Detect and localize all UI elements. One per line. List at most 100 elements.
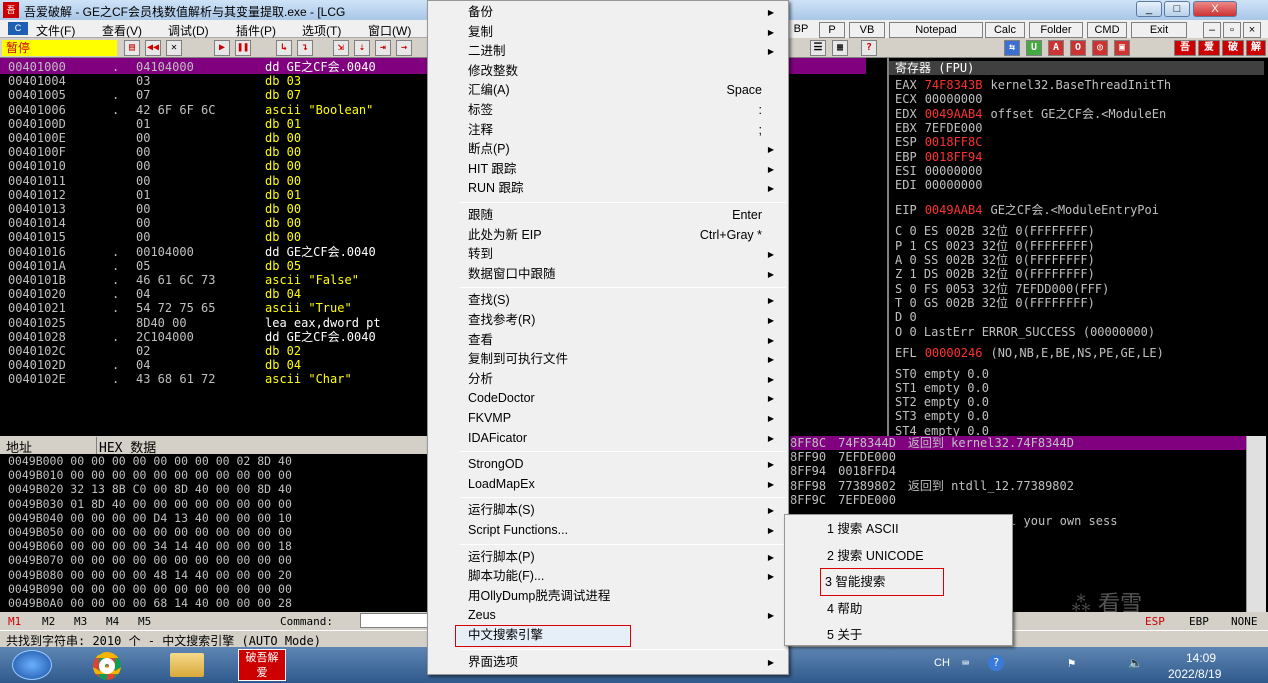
explorer-icon[interactable] xyxy=(170,653,204,677)
register-line[interactable]: EBP 0018FF94 xyxy=(895,150,990,164)
register-line-efl[interactable]: EFL 00000246 (NO,NB,E,BE,NS,PE,GE,LE) xyxy=(895,346,1164,360)
go-to-icon[interactable]: → xyxy=(396,40,412,56)
mdi-min-button[interactable]: – xyxy=(1203,22,1221,38)
cmd-button[interactable]: CMD xyxy=(1087,22,1127,38)
language-indicator[interactable]: CH xyxy=(934,657,950,669)
m5-tab[interactable]: M5 xyxy=(138,615,151,628)
context-menu-item[interactable]: 查找参考(R) ▶ xyxy=(430,311,786,331)
context-menu-item[interactable]: Script Functions... ▶ xyxy=(430,521,786,541)
m1-tab[interactable]: M1 xyxy=(8,615,21,628)
step-into-icon[interactable]: ↳ xyxy=(276,40,292,56)
bp-button[interactable]: BP xyxy=(791,22,811,38)
m2-tab[interactable]: M2 xyxy=(42,615,55,628)
stack-row[interactable]: 8FF90 7EFDE000 xyxy=(790,450,908,464)
context-menu-item[interactable]: RUN 跟踪 ▶ xyxy=(430,179,786,199)
m3-tab[interactable]: M3 xyxy=(74,615,87,628)
menu-plugins[interactable]: 插件(P) xyxy=(236,22,276,39)
context-menu-item[interactable]: 转到 ▶ xyxy=(430,245,786,265)
fpu-line[interactable]: ST3 empty 0.0 xyxy=(895,409,989,423)
rewind-icon[interactable]: ◀◀ xyxy=(145,40,161,56)
list-icon[interactable]: ☰ xyxy=(810,40,826,56)
record-icon[interactable]: ◎ xyxy=(1092,40,1108,56)
flag-line[interactable]: T 0 GS 002B 32位 0(FFFFFFFF) xyxy=(895,296,1095,310)
network-icon[interactable]: ⚑ xyxy=(1068,656,1075,670)
context-menu-item[interactable]: LoadMapEx ▶ xyxy=(430,475,786,495)
register-line[interactable]: EBX 7EFDE000 xyxy=(895,121,990,135)
context-menu-item[interactable]: 复制到可执行文件 ▶ xyxy=(430,350,786,370)
exit-button[interactable]: Exit xyxy=(1131,22,1187,38)
run-icon[interactable]: ▶ xyxy=(214,40,230,56)
submenu-item[interactable]: 1 搜索 ASCII xyxy=(787,516,1010,542)
menu-view[interactable]: 查看(V) xyxy=(102,22,142,39)
context-menu-item[interactable]: 数据窗口中跟随 ▶ xyxy=(430,265,786,285)
menu-options[interactable]: 选项(T) xyxy=(302,22,341,39)
dump-row[interactable]: 0049B030 01 8D 40 00 00 00 00 00 00 00 0… xyxy=(8,497,292,511)
register-line[interactable]: EAX 74F8343B kernel32.BaseThreadInitTh xyxy=(895,78,1171,92)
context-menu-item[interactable]: 此处为新 EIP Ctrl+Gray * xyxy=(430,226,786,246)
context-menu-item[interactable]: 运行脚本(S) ▶ xyxy=(430,501,786,521)
flag-line[interactable]: A 0 SS 002B 32位 0(FFFFFFFF) xyxy=(895,253,1095,267)
fpu-line[interactable]: ST0 empty 0.0 xyxy=(895,367,989,381)
context-menu-item[interactable]: 界面选项 ▶ xyxy=(430,653,786,673)
stack-scrollbar[interactable] xyxy=(1246,436,1266,612)
close-button[interactable]: X xyxy=(1193,1,1237,17)
esp-mode[interactable]: ESP xyxy=(1145,615,1165,628)
start-button[interactable] xyxy=(12,650,52,680)
minimize-button[interactable]: _ xyxy=(1136,1,1162,17)
register-line[interactable]: ECX 00000000 xyxy=(895,92,990,106)
menu-file[interactable]: 文件(F) xyxy=(36,22,75,39)
a-icon[interactable]: A xyxy=(1048,40,1064,56)
menu-debug[interactable]: 调试(D) xyxy=(168,22,209,39)
register-line[interactable]: ESI 00000000 xyxy=(895,164,990,178)
open-icon[interactable]: ▤ xyxy=(124,40,140,56)
dump-row[interactable]: 0049B060 00 00 00 00 34 14 40 00 00 00 1… xyxy=(8,539,292,553)
context-menu-item[interactable]: 查看 ▶ xyxy=(430,331,786,351)
flag-line[interactable]: P 1 CS 0023 32位 0(FFFFFFFF) xyxy=(895,239,1095,253)
m4-tab[interactable]: M4 xyxy=(106,615,119,628)
dump-row[interactable]: 0049B080 00 00 00 00 48 14 40 00 00 00 2… xyxy=(8,568,292,582)
help-tray-icon[interactable]: ? xyxy=(988,655,1004,671)
dump-row[interactable]: 0049B070 00 00 00 00 00 00 00 00 00 00 0… xyxy=(8,553,292,567)
submenu-item[interactable]: 2 搜索 UNICODE xyxy=(787,543,1010,569)
grid-icon[interactable]: ▦ xyxy=(832,40,848,56)
trace-into-icon[interactable]: ⇲ xyxy=(333,40,349,56)
submenu-item[interactable]: 4 帮助 xyxy=(787,596,1010,622)
ebp-mode[interactable]: EBP xyxy=(1189,615,1209,628)
stack-row[interactable]: 8FF94 0018FFD4 xyxy=(790,464,908,478)
brand-icon-1[interactable]: 吾 xyxy=(1174,40,1196,56)
notepad-button[interactable]: Notepad xyxy=(889,22,983,38)
keyboard-icon[interactable]: ⌨ xyxy=(962,656,969,670)
dump-row[interactable]: 0049B040 00 00 00 00 D4 13 40 00 00 00 1… xyxy=(8,511,292,525)
context-menu-item[interactable]: 分析 ▶ xyxy=(430,370,786,390)
register-line-eip[interactable]: EIP 0049AAB4 GE之CF会.<ModuleEntryPoi xyxy=(895,203,1159,217)
fpu-line[interactable]: ST1 empty 0.0 xyxy=(895,381,989,395)
context-menu-item[interactable]: Zeus ▶ xyxy=(430,606,786,626)
mdi-restore-button[interactable]: ▫ xyxy=(1223,22,1241,38)
execute-till-return-icon[interactable]: ⇥ xyxy=(375,40,391,56)
context-menu-item[interactable]: 汇编(A) Space xyxy=(430,81,786,101)
menu-window[interactable]: 窗口(W) xyxy=(368,22,411,39)
dump-row[interactable]: 0049B010 00 00 00 00 00 00 00 00 00 00 0… xyxy=(8,468,292,482)
flag-line[interactable]: C 0 ES 002B 32位 0(FFFFFFFF) xyxy=(895,224,1095,238)
u-icon[interactable]: U xyxy=(1026,40,1042,56)
stack-row[interactable]: 8FF98 77389802 返回到 ntdll_12.77389802 xyxy=(790,479,1074,493)
stack-row[interactable]: 8FF8C 74F8344D 返回到 kernel32.74F8344D xyxy=(790,436,1246,450)
context-menu-item[interactable]: 备份 ▶ xyxy=(430,3,786,23)
context-menu-item[interactable]: 查找(S) ▶ xyxy=(430,291,786,311)
refresh-icon[interactable]: ⇆ xyxy=(1004,40,1020,56)
folder-button[interactable]: Folder xyxy=(1029,22,1083,38)
fpu-line[interactable]: ST2 empty 0.0 xyxy=(895,395,989,409)
close-icon[interactable]: ✕ xyxy=(166,40,182,56)
context-menu-item[interactable]: 标签: xyxy=(430,101,786,121)
register-line[interactable]: EDI 00000000 xyxy=(895,178,990,192)
context-menu-item[interactable]: 二进制 ▶ xyxy=(430,42,786,62)
dump-row[interactable]: 0049B000 00 00 00 00 00 00 00 00 02 8D 4… xyxy=(8,454,292,468)
context-menu-item[interactable]: 用OllyDump脱壳调试进程 xyxy=(430,587,786,607)
flag-line[interactable]: D 0 xyxy=(895,310,917,324)
dump-pane[interactable]: 0049B000 00 00 00 00 00 00 00 00 02 8D 4… xyxy=(0,454,425,610)
maximize-button[interactable]: □ xyxy=(1164,1,1190,17)
step-over-icon[interactable]: ↴ xyxy=(297,40,313,56)
context-menu-item[interactable]: CodeDoctor ▶ xyxy=(430,389,786,409)
context-menu-item[interactable]: 复制 ▶ xyxy=(430,23,786,43)
olly-app-icon[interactable]: 破吾解爱 xyxy=(238,649,286,681)
